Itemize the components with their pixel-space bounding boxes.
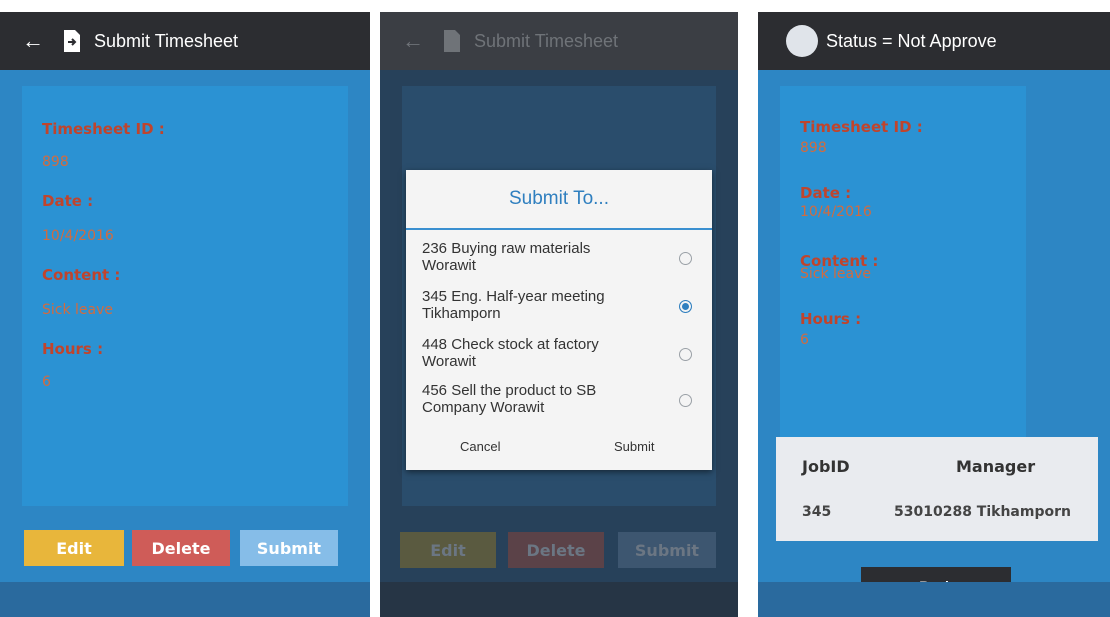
bottom-bar (0, 582, 370, 617)
submit-to-dialog: Submit To... 236 Buying raw materials Wo… (406, 170, 712, 470)
edit-button-dimmed: Edit (400, 532, 496, 568)
timesheet-card: Timesheet ID : 898 Date : 10/4/2016 Cont… (22, 86, 348, 506)
job-option[interactable]: 448 Check stock at factory Worawit (422, 336, 702, 370)
status-title: Status = Not Approve (826, 30, 997, 51)
delete-button-dimmed: Delete (508, 532, 604, 568)
status-screen: Status = Not Approve Timesheet ID : 898 … (758, 12, 1110, 617)
date-label: Date : (42, 192, 94, 210)
option-radio[interactable] (679, 252, 692, 265)
timesheet-id-label: Timesheet ID : (800, 118, 923, 136)
hours-label: Hours : (800, 310, 862, 328)
job-option[interactable]: 236 Buying raw materials Worawit (422, 240, 702, 274)
bottom-bar (758, 582, 1110, 617)
option-manager: Company Worawit (422, 399, 545, 416)
date-label: Date : (800, 184, 852, 202)
jobid-cell: 345 (802, 504, 832, 520)
page-title: Submit Timesheet (474, 30, 619, 51)
job-table: JobID Manager 345 53010288 Tikhamporn (776, 437, 1098, 541)
job-option[interactable]: 345 Eng. Half-year meeting Tikhamporn (422, 288, 702, 322)
status-circle-icon (786, 25, 818, 57)
content-value: Sick leave (800, 266, 872, 282)
bottom-bar (380, 582, 738, 617)
jobid-header: JobID (802, 457, 850, 476)
app-bar: Status = Not Approve (758, 12, 1110, 70)
option-title: 345 Eng. Half-year meeting (422, 288, 605, 305)
submit-timesheet-screen: ← Submit Timesheet Timesheet ID : 898 Da… (0, 12, 370, 617)
hours-value: 6 (800, 332, 809, 348)
option-title: 236 Buying raw materials (422, 240, 591, 257)
submit-to-dialog-screen: ← Submit Timesheet Edit Delete Submit Su… (380, 12, 738, 617)
back-arrow-icon: ← (402, 28, 424, 53)
hours-label: Hours : (42, 340, 104, 358)
timesheet-id-label: Timesheet ID : (42, 120, 165, 138)
date-value: 10/4/2016 (800, 204, 872, 220)
option-title: 456 Sell the product to SB (422, 382, 597, 399)
dialog-divider (406, 228, 712, 230)
option-radio-selected[interactable] (679, 300, 692, 313)
hours-value: 6 (42, 374, 51, 390)
job-option[interactable]: 456 Sell the product to SB Company Woraw… (422, 382, 702, 416)
app-bar: ← Submit Timesheet (0, 12, 370, 70)
manager-cell: 53010288 Tikhamporn (894, 504, 1071, 520)
page-title: Submit Timesheet (94, 30, 239, 51)
submit-button-dimmed: Submit (618, 532, 716, 568)
date-value: 10/4/2016 (42, 228, 114, 244)
delete-button[interactable]: Delete (132, 530, 230, 566)
option-title: 448 Check stock at factory (422, 336, 599, 353)
content-value: Sick leave (42, 302, 114, 318)
document-icon (64, 30, 80, 52)
manager-header: Manager (956, 457, 1036, 476)
submit-button[interactable]: Submit (240, 530, 338, 566)
option-radio[interactable] (679, 394, 692, 407)
option-manager: Tikhamporn (422, 305, 501, 322)
timesheet-id-value: 898 (42, 154, 69, 170)
option-manager: Worawit (422, 353, 476, 370)
app-bar-dimmed: ← Submit Timesheet (380, 12, 738, 70)
content-label: Content : (42, 266, 121, 284)
dialog-submit-button[interactable]: Submit (614, 439, 654, 454)
timesheet-id-value: 898 (800, 140, 827, 156)
option-radio[interactable] (679, 348, 692, 361)
document-icon (444, 30, 460, 52)
dialog-title: Submit To... (509, 188, 609, 209)
cancel-button[interactable]: Cancel (460, 439, 500, 454)
back-arrow-icon[interactable]: ← (22, 28, 46, 54)
edit-button[interactable]: Edit (24, 530, 124, 566)
option-manager: Worawit (422, 257, 476, 274)
